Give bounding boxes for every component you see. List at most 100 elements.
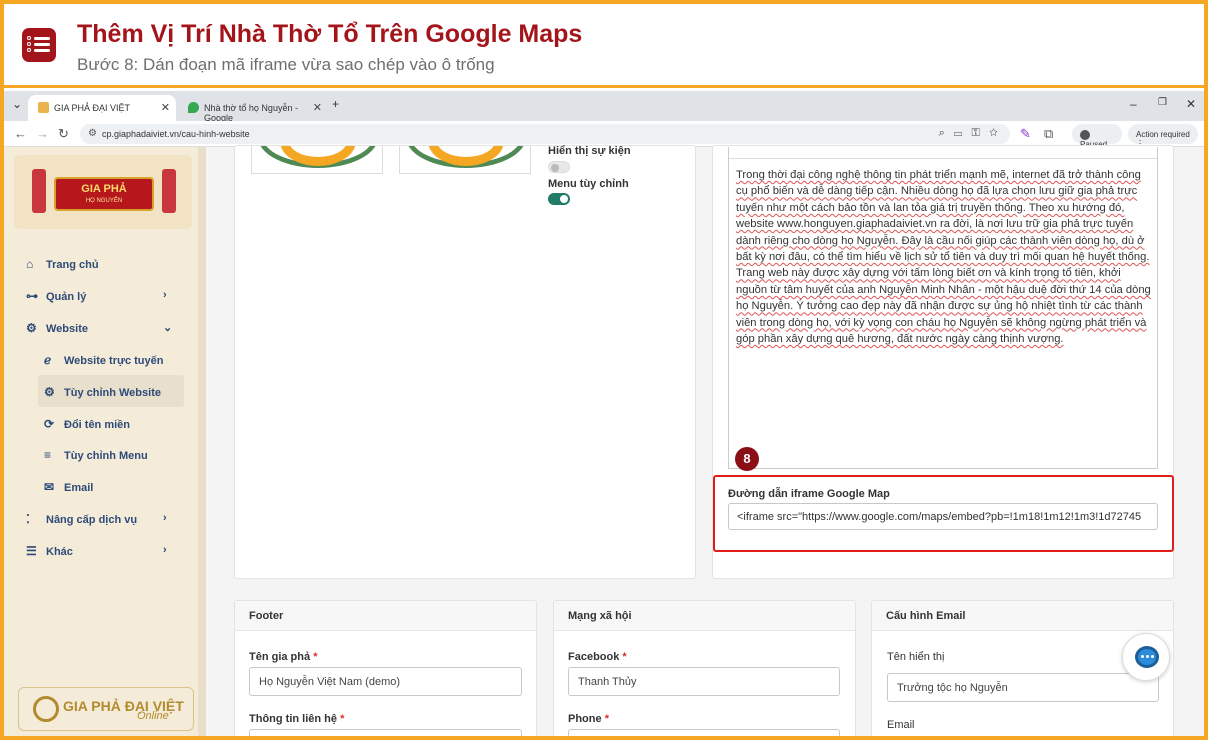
close-window-icon[interactable]: ✕ (1186, 97, 1196, 111)
brand-emblem-icon (33, 696, 59, 722)
card-title: Footer (235, 601, 536, 631)
tab-list-chevron-icon[interactable]: ⌄ (12, 97, 22, 111)
gear-icon: ⚙ (26, 321, 37, 335)
home-icon: ⌂ (26, 257, 34, 271)
close-tab-icon[interactable]: ✕ (313, 101, 322, 114)
logo-settings-card: Hiển thị sự kiện Menu tùy chỉnh (234, 145, 696, 579)
reload-icon[interactable]: ↻ (58, 126, 69, 142)
list-icon (22, 28, 56, 62)
sidebar-item-customize-website[interactable]: ⚙ Tùy chỉnh Website (44, 385, 161, 399)
contact-textarea[interactable]: *MÃ BẢO MẬT để xem phả đồ là:1234 (249, 729, 522, 736)
facebook-input[interactable]: Thanh Thủy (568, 667, 840, 696)
event-toggle-label: Hiển thị sự kiện (548, 145, 631, 157)
rich-text-editor[interactable]: Trong thời đại công nghệ thông tin phát … (728, 147, 1158, 469)
social-card: Mạng xã hội Facebook * Thanh Thủy Phone … (553, 600, 856, 736)
pen-icon[interactable]: ✎ (1020, 126, 1031, 142)
forward-icon[interactable]: → (36, 126, 49, 141)
action-label: Action required (1136, 130, 1190, 139)
sidebar-item-other[interactable]: ☰ Khác › (26, 544, 186, 558)
iframe-input[interactable]: <iframe src="https://www.google.com/maps… (728, 503, 1158, 530)
contact-label: Thông tin liên hệ * (249, 713, 345, 725)
email-label: Email (887, 719, 915, 731)
avatar (1080, 130, 1090, 140)
sidebar-item-customize-menu[interactable]: ≡ Tùy chỉnh Menu (44, 448, 148, 462)
gear-icon: ⚙ (44, 385, 55, 399)
tab-giapha[interactable]: GIA PHẢ ĐẠI VIỆT ✕ (28, 95, 176, 121)
action-required-button[interactable]: Action required ⋮ (1128, 124, 1198, 148)
sidebar-item-email[interactable]: ✉ Email (44, 480, 93, 494)
toggle-knob (560, 195, 568, 203)
list-icon: ≡ (44, 448, 52, 462)
footer-logo: GIA PHẢ ĐẠI VIỆT Online (18, 687, 194, 731)
cast-icon[interactable]: ▭ (954, 127, 962, 139)
sidebar-item-website-online[interactable]: ℯ Website trực tuyến (44, 353, 163, 367)
site-info-icon[interactable]: ⚙ (88, 128, 97, 139)
url-bar[interactable]: ⚙ cp.giaphadaiviet.vn/cau-hinh-website ⌕… (80, 124, 1010, 144)
sidebar-item-upgrade[interactable]: ⁚ Nâng cấp dịch vụ › (26, 512, 186, 526)
tab-label: GIA PHẢ ĐẠI VIỆT (54, 103, 131, 113)
tutorial-title: Thêm Vị Trí Nhà Thờ Tổ Trên Google Maps (77, 20, 583, 48)
support-chat-button[interactable] (1122, 633, 1170, 681)
chevron-down-icon: ⌄ (163, 322, 173, 334)
chevron-right-icon: › (163, 512, 167, 524)
phone-label: Phone * (568, 713, 609, 725)
editor-toolbar (729, 147, 1157, 159)
site-favicon-icon (38, 102, 49, 113)
sync-icon: ⟳ (44, 417, 55, 431)
extensions-icon[interactable]: ⧉ (1044, 126, 1053, 142)
maps-favicon-icon (188, 102, 199, 113)
menu-toggle-label: Menu tùy chỉnh (548, 178, 629, 190)
minimize-icon[interactable]: – (1130, 97, 1137, 111)
logo-banner: GIA PHẢ HỌ NGUYỄN (54, 177, 154, 211)
tab-label: Nhà thờ tổ họ Nguyễn - Google (204, 103, 298, 123)
app-page: GIA PHẢ HỌ NGUYỄN ⌂ Trang chủ ⊶ Quản lý › … (4, 145, 1204, 736)
sidebar-item-manage[interactable]: ⊶ Quản lý › (26, 289, 186, 303)
globe-icon: ℯ (44, 353, 52, 367)
back-icon[interactable]: ← (14, 126, 27, 141)
footer-card: Footer Tên gia phả * Họ Nguyễn Việt Nam … (234, 600, 537, 736)
main-content: Hiển thị sự kiện Menu tùy chỉnh Trong th… (214, 145, 1204, 736)
iframe-label: Đường dẫn iframe Google Map (728, 488, 890, 500)
maximize-icon[interactable]: ❐ (1158, 97, 1167, 108)
menu-toggle[interactable] (548, 193, 570, 205)
sidebar-item-website[interactable]: ⚙ Website ⌄ (26, 321, 186, 335)
phone-input[interactable]: 0965.322.336 (568, 729, 840, 736)
chat-bubble-icon (1135, 646, 1159, 668)
lantern-right-icon (162, 169, 176, 213)
envelope-icon: ✉ (44, 480, 55, 494)
profile-paused[interactable]: Paused (1072, 124, 1122, 149)
sidebar-item-home[interactable]: ⌂ Trang chủ (26, 257, 99, 271)
tutorial-header: Thêm Vị Trí Nhà Thờ Tổ Trên Google Maps … (4, 4, 1204, 88)
step-number-badge: 8 (735, 447, 759, 471)
close-tab-icon[interactable]: ✕ (161, 101, 170, 114)
chart-icon: ⁚ (26, 512, 30, 526)
favicon-thumbnail[interactable] (399, 146, 531, 174)
zoom-icon[interactable]: ⌕ (939, 127, 945, 139)
card-title: Mạng xã hội (554, 601, 855, 631)
facebook-label: Facebook * (568, 651, 627, 663)
logo[interactable]: GIA PHẢ HỌ NGUYỄN (14, 155, 192, 229)
event-toggle[interactable] (548, 161, 570, 173)
tutorial-frame: Thêm Vị Trí Nhà Thờ Tổ Trên Google Maps … (0, 0, 1208, 740)
key-icon[interactable]: ⚿ (971, 127, 979, 139)
chevron-right-icon: › (163, 289, 167, 301)
bookmark-star-icon[interactable]: ☆ (989, 127, 998, 139)
url-actions: ⌕ ▭ ⚿ ☆ (939, 127, 998, 140)
tab-google-maps[interactable]: Nhà thờ tổ họ Nguyễn - Google ✕ (178, 95, 328, 123)
card-title: Cấu hình Email (872, 601, 1173, 631)
toggle-knob (551, 164, 559, 172)
family-name-input[interactable]: Họ Nguyễn Việt Nam (demo) (249, 667, 522, 696)
bars-icon: ☰ (26, 544, 37, 558)
tutorial-subtitle: Bước 8: Dán đoạn mã iframe vừa sao chép … (77, 55, 495, 74)
display-name-input[interactable]: Trưởng tộc họ Nguyễn (887, 673, 1159, 702)
sidebar-item-change-domain[interactable]: ⟳ Đổi tên miền (44, 417, 130, 431)
new-tab-button[interactable]: + (332, 97, 339, 111)
browser-toolbar: ← → ↻ ⚙ cp.giaphadaiviet.vn/cau-hinh-web… (4, 121, 1204, 149)
logo-thumbnail[interactable] (251, 146, 383, 174)
editor-content[interactable]: Trong thời đại công nghệ thông tin phát … (736, 167, 1152, 347)
logo-text: GIA PHẢ (81, 183, 127, 195)
url-text: cp.giaphadaiviet.vn/cau-hinh-website (102, 129, 250, 139)
sidebar: GIA PHẢ HỌ NGUYỄN ⌂ Trang chủ ⊶ Quản lý › … (4, 147, 206, 736)
browser-tab-bar: ⌄ GIA PHẢ ĐẠI VIỆT ✕ Nhà thờ tổ họ Nguyễ… (4, 91, 1204, 123)
sitemap-icon: ⊶ (26, 289, 38, 303)
